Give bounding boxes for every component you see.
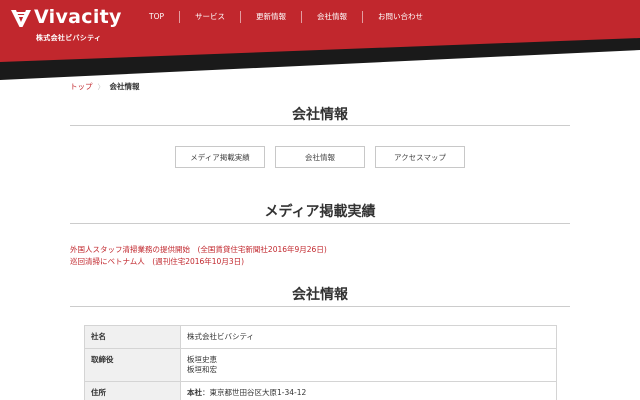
logo-company-name: 株式会社ビバシティ (36, 34, 102, 42)
nav-item-updates[interactable]: 更新情報 (240, 11, 301, 23)
logo-text: Vivacity (34, 6, 122, 28)
row-label-name: 社名 (84, 325, 181, 349)
table-row: 社名 株式会社ビバシティ (84, 325, 557, 349)
media-item-patrol[interactable]: 巡回清掃にベトナム人 (週刊住宅2016年10月3日) (70, 256, 327, 268)
row-label-address: 住所 (84, 381, 181, 400)
row-value-name: 株式会社ビバシティ (180, 325, 557, 349)
company-info-table: 社名 株式会社ビバシティ 取締役 板垣史恵 板垣和宏 住所 本社：東京都世田谷区… (84, 325, 557, 400)
company-title-divider (70, 306, 570, 307)
nav-item-top[interactable]: TOP (134, 11, 179, 23)
anchor-media-button[interactable]: メディア掲載実績 (175, 146, 265, 168)
breadcrumb-separator: 〉 (97, 82, 105, 91)
nav-item-services[interactable]: サービス (179, 11, 240, 23)
breadcrumb-home-link[interactable]: トップ (70, 81, 93, 92)
nav-item-company[interactable]: 会社情報 (301, 11, 362, 23)
page-title: 会社情報 (292, 107, 348, 123)
nav-item-contact[interactable]: お問い合わせ (362, 11, 423, 23)
anchor-access-button[interactable]: アクセスマップ (375, 146, 465, 168)
site-logo[interactable]: Vivacity 株式会社ビバシティ (10, 6, 130, 42)
media-section-title: メディア掲載実績 (264, 204, 376, 220)
page-title-divider (70, 125, 570, 126)
company-name-value: 株式会社ビバシティ (187, 332, 255, 341)
site-header: Vivacity 株式会社ビバシティ TOP サービス 更新情報 会社情報 お問… (0, 0, 640, 80)
row-label-directors: 取締役 (84, 348, 181, 382)
address-head-office-label: 本社 (187, 388, 202, 397)
row-value-address: 本社：東京都世田谷区大原1-34-12 (180, 381, 557, 400)
media-title-divider (70, 223, 570, 224)
director-name-1: 板垣史恵 (187, 355, 217, 364)
anchor-company-button[interactable]: 会社情報 (275, 146, 365, 168)
company-section-title: 会社情報 (292, 287, 348, 303)
media-item-cleaning[interactable]: 外国人スタッフ清掃業務の提供開始 (全国賃貸住宅新聞社2016年9月26日) (70, 244, 327, 256)
address-separator: ： (202, 388, 210, 397)
breadcrumb: トップ 〉 会社情報 (70, 81, 140, 92)
director-name-2: 板垣和宏 (187, 365, 217, 374)
table-row: 住所 本社：東京都世田谷区大原1-34-12 (84, 381, 557, 400)
section-anchor-buttons: メディア掲載実績 会社情報 アクセスマップ (175, 146, 465, 168)
logo-v-icon (11, 10, 31, 27)
breadcrumb-current: 会社情報 (109, 82, 140, 91)
main-nav: TOP サービス 更新情報 会社情報 お問い合わせ (134, 11, 423, 23)
address-value: 東京都世田谷区大原1-34-12 (209, 388, 307, 397)
table-row: 取締役 板垣史恵 板垣和宏 (84, 348, 557, 382)
row-value-directors: 板垣史恵 板垣和宏 (180, 348, 557, 382)
media-list: 外国人スタッフ清掃業務の提供開始 (全国賃貸住宅新聞社2016年9月26日) 巡… (70, 244, 327, 268)
